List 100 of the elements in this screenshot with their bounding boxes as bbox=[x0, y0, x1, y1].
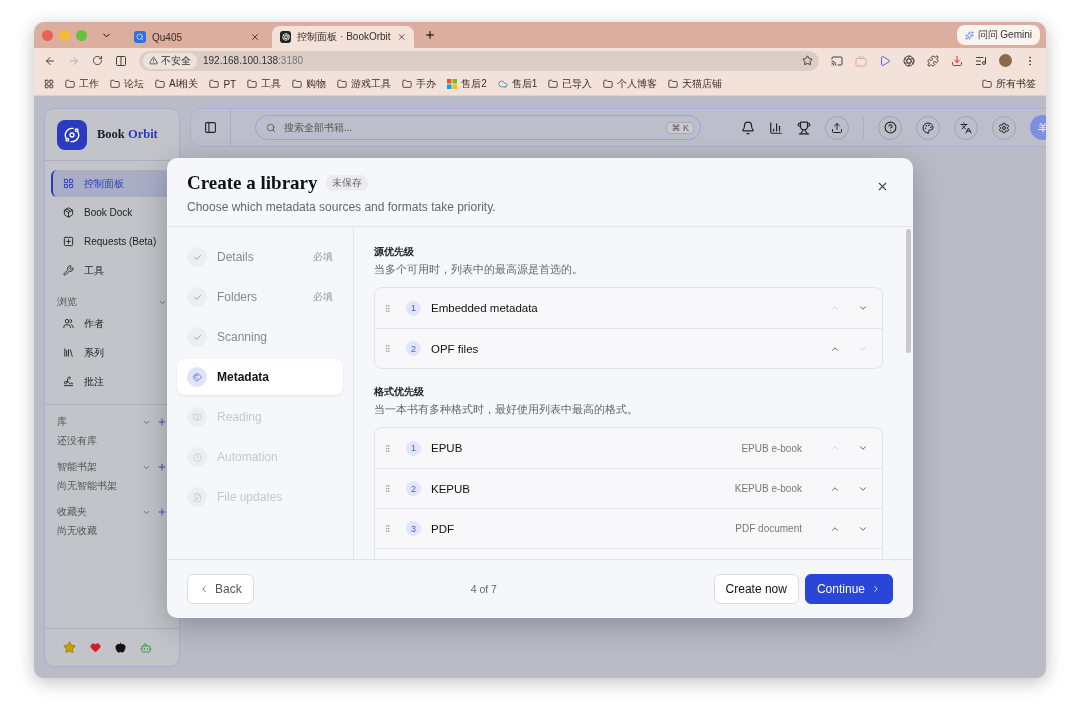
tags-icon bbox=[192, 372, 202, 382]
move-down-button[interactable] bbox=[858, 303, 868, 313]
nav-item[interactable]: Requests (Beta) bbox=[51, 228, 179, 255]
tab-title: 控制面板 · BookOrbit bbox=[297, 30, 391, 44]
priority-row[interactable]: 2 OPF files bbox=[375, 328, 882, 368]
back-icon[interactable] bbox=[44, 54, 56, 67]
priority-row[interactable]: 3 PDF PDF document bbox=[375, 508, 882, 548]
apps-icon[interactable] bbox=[44, 79, 54, 89]
priority-row[interactable]: 2 KEPUB KEPUB e-book bbox=[375, 468, 882, 508]
bookmark[interactable]: 工具 bbox=[247, 77, 282, 91]
aperture-icon[interactable] bbox=[903, 54, 915, 67]
bookmark[interactable]: 论坛 bbox=[110, 77, 144, 91]
bookmark[interactable]: 个人博客 bbox=[603, 77, 658, 91]
close-light[interactable] bbox=[42, 29, 53, 41]
chevron-right-icon bbox=[871, 584, 881, 594]
close-button[interactable] bbox=[876, 180, 889, 193]
playlist-icon[interactable] bbox=[975, 54, 987, 67]
robot-icon[interactable] bbox=[140, 641, 152, 654]
add-icon[interactable] bbox=[157, 507, 167, 517]
continue-button[interactable]: Continue bbox=[804, 574, 893, 604]
play-icon[interactable] bbox=[879, 54, 891, 67]
browser-tab[interactable]: 控制面板 · BookOrbit bbox=[272, 26, 414, 48]
trophy-icon[interactable] bbox=[797, 120, 811, 135]
star-icon[interactable] bbox=[802, 55, 813, 66]
extensions-icon[interactable] bbox=[927, 54, 939, 67]
tiles-icon bbox=[447, 79, 458, 89]
cast-icon[interactable] bbox=[831, 54, 843, 67]
heart-icon[interactable] bbox=[90, 642, 101, 653]
settings-icon bbox=[998, 121, 1010, 134]
gemini-button[interactable]: 问问 Gemini bbox=[956, 25, 1040, 45]
section-title: 源优先级 bbox=[374, 245, 415, 259]
folder-icon bbox=[337, 79, 348, 89]
wizard-step[interactable]: Metadata bbox=[177, 359, 343, 395]
tab-title: Qu405 bbox=[152, 31, 184, 43]
section-title: 收藏夹 bbox=[57, 505, 88, 519]
bookmark[interactable]: 天猫店铺 bbox=[668, 77, 723, 91]
security-chip[interactable]: 不安全 bbox=[143, 52, 197, 69]
section-description: 当多个可用时，列表中的最高源是首选的。 bbox=[374, 263, 584, 277]
address-bar[interactable]: 不安全 192.168.100.138:3180 bbox=[139, 50, 819, 71]
drag-handle-icon[interactable] bbox=[383, 524, 392, 533]
close-icon[interactable] bbox=[396, 32, 406, 42]
empty-text: 还没有库 bbox=[56, 434, 98, 448]
chevron-left-icon bbox=[199, 584, 209, 594]
avatar-icon[interactable] bbox=[999, 54, 1012, 67]
drag-handle-icon[interactable] bbox=[383, 303, 392, 313]
bookmark[interactable]: AI相关 bbox=[155, 77, 199, 91]
search-icon bbox=[266, 122, 276, 133]
nav-item[interactable]: 作者 bbox=[51, 310, 179, 337]
bookmark[interactable]: 已导入 bbox=[548, 77, 593, 91]
all-bookmarks[interactable]: 所有书签 bbox=[982, 77, 1036, 91]
move-down-button[interactable] bbox=[858, 443, 868, 453]
panel-icon bbox=[204, 121, 217, 134]
search-icon bbox=[134, 31, 146, 43]
rank-badge: 2 bbox=[406, 341, 421, 356]
book-icon bbox=[192, 412, 202, 422]
star-icon[interactable] bbox=[63, 641, 76, 654]
apple-icon[interactable] bbox=[115, 642, 126, 653]
chart-icon[interactable] bbox=[769, 120, 783, 135]
nav-item[interactable]: 批注 bbox=[51, 368, 179, 395]
new-tab-icon[interactable] bbox=[424, 29, 436, 41]
add-icon[interactable] bbox=[157, 462, 167, 472]
nav-item[interactable]: Book Dock bbox=[51, 199, 179, 226]
rank-badge: 3 bbox=[406, 521, 421, 536]
check-icon bbox=[192, 332, 202, 342]
books-icon bbox=[63, 347, 74, 358]
nav-item[interactable]: 工具 bbox=[51, 257, 179, 284]
item-name: EPUB bbox=[431, 442, 464, 454]
browser-tab[interactable]: Qu405 bbox=[126, 26, 268, 48]
box-icon bbox=[63, 207, 74, 218]
item-name: OPF files bbox=[431, 342, 480, 355]
bookmark[interactable]: 售后2 bbox=[447, 77, 487, 91]
back-button[interactable]: Back bbox=[187, 574, 254, 604]
create-now-button[interactable]: Create now bbox=[713, 574, 799, 604]
empty-text: 尚无智能书架 bbox=[56, 479, 118, 493]
download-icon[interactable] bbox=[951, 54, 963, 67]
drag-handle-icon[interactable] bbox=[383, 344, 392, 353]
priority-row[interactable]: 1 Embedded metadata bbox=[375, 288, 882, 328]
bookmark[interactable]: 购物 bbox=[292, 77, 327, 91]
bookmark[interactable]: PT bbox=[209, 78, 237, 90]
folder-icon bbox=[247, 79, 258, 89]
drag-handle-icon[interactable] bbox=[383, 484, 392, 493]
logo-icon bbox=[57, 119, 87, 150]
add-icon[interactable] bbox=[157, 417, 167, 427]
bookmark[interactable]: 游戏工具 bbox=[337, 77, 392, 91]
priority-row[interactable]: 1 EPUB EPUB e-book bbox=[375, 428, 882, 468]
drag-handle-icon[interactable] bbox=[383, 443, 392, 453]
empty-text: 尚无收藏 bbox=[56, 524, 98, 538]
bell-icon[interactable] bbox=[741, 120, 755, 135]
required-tag: 必填 bbox=[313, 250, 333, 264]
bookmark[interactable]: 售后1 bbox=[497, 77, 538, 91]
bookmark[interactable]: 手办 bbox=[402, 77, 437, 91]
split-view-icon[interactable] bbox=[115, 54, 127, 67]
scrollbar[interactable] bbox=[906, 229, 911, 353]
folder-icon bbox=[65, 79, 75, 89]
close-icon[interactable] bbox=[250, 32, 260, 42]
reload-icon[interactable] bbox=[92, 55, 103, 66]
folder-icon bbox=[548, 79, 559, 89]
nav-item[interactable]: 系列 bbox=[51, 339, 179, 366]
wrench-icon bbox=[63, 265, 74, 276]
bookmark[interactable]: 工作 bbox=[65, 77, 99, 91]
